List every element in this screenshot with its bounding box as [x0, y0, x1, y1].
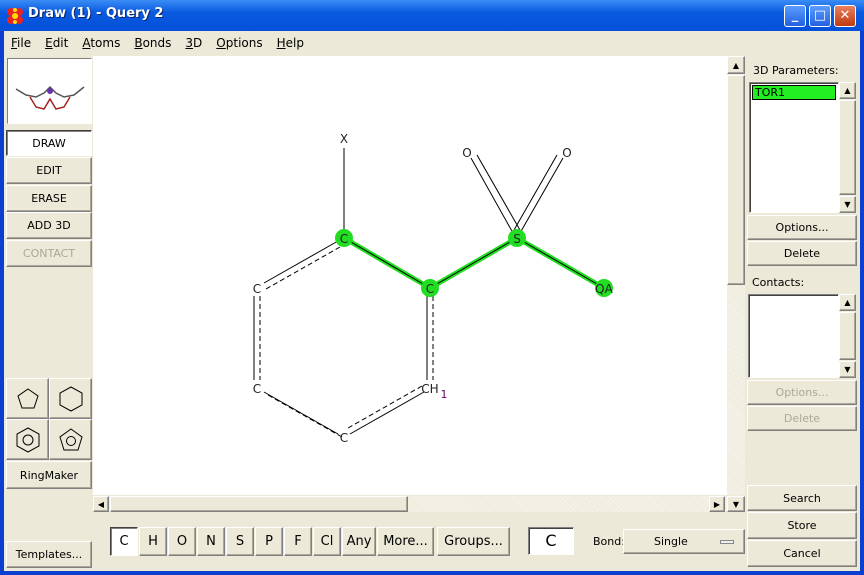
- benzene-button[interactable]: [6, 419, 49, 460]
- 3d-parameters-list[interactable]: TOR1: [749, 82, 839, 213]
- contacts-options-button[interactable]: Options...: [747, 380, 857, 405]
- molecule-thumbnail[interactable]: [7, 58, 92, 124]
- cyclopentane-button[interactable]: [6, 378, 49, 419]
- bond-double: [470, 157, 514, 234]
- mode-add3d-button[interactable]: ADD 3D: [6, 212, 92, 239]
- bond-aromatic: [263, 240, 339, 284]
- scroll-right-button[interactable]: ▶: [709, 496, 725, 512]
- app-icon: [6, 7, 24, 25]
- menu-3d[interactable]: 3D: [178, 33, 209, 53]
- params-delete-button[interactable]: Delete: [747, 241, 857, 266]
- element-n-button[interactable]: N: [197, 527, 225, 556]
- atom-c[interactable]: C: [340, 232, 348, 246]
- scroll-left-button[interactable]: ◀: [93, 496, 109, 512]
- scroll-down-button[interactable]: ▼: [727, 496, 745, 512]
- menu-options[interactable]: Options: [209, 33, 269, 53]
- window-title: Draw (1) - Query 2: [28, 6, 164, 21]
- atom-c[interactable]: C: [253, 282, 261, 296]
- element-o-button[interactable]: O: [168, 527, 196, 556]
- params-options-button[interactable]: Options...: [747, 215, 857, 240]
- params-scroll-thumb[interactable]: [839, 100, 856, 195]
- menu-bonds[interactable]: Bonds: [127, 33, 178, 53]
- element-any-button[interactable]: Any: [342, 527, 376, 556]
- menu-edit[interactable]: Edit: [38, 33, 75, 53]
- mode-draw-button[interactable]: DRAW: [6, 130, 92, 156]
- molecule-drawing: X C C S O O QA C C C CH 1: [253, 132, 614, 445]
- aromatic-hexagon-icon: [16, 426, 39, 453]
- list-item-tor1[interactable]: TOR1: [752, 85, 836, 100]
- contacts-scroll-down[interactable]: ▼: [839, 361, 856, 378]
- close-button[interactable]: ✕: [834, 5, 856, 27]
- atom-ch[interactable]: CH: [421, 382, 438, 396]
- aromatic-pentagon-button[interactable]: [49, 419, 92, 460]
- menu-help[interactable]: Help: [270, 33, 311, 53]
- cancel-button[interactable]: Cancel: [747, 540, 857, 567]
- contacts-scroll-thumb[interactable]: [839, 312, 856, 360]
- atom-s[interactable]: S: [513, 232, 521, 246]
- element-h-button[interactable]: H: [139, 527, 167, 556]
- atom-o[interactable]: O: [462, 146, 471, 160]
- mode-contact-button[interactable]: CONTACT: [6, 240, 92, 267]
- params-scroll-up[interactable]: ▲: [839, 82, 856, 99]
- hexagon-icon: [59, 385, 82, 412]
- params-scroll-down[interactable]: ▼: [839, 196, 856, 213]
- atom-ch-subscript: 1: [441, 388, 448, 401]
- atom-o[interactable]: O: [562, 146, 571, 160]
- contacts-list[interactable]: [748, 294, 839, 378]
- menu-file[interactable]: File: [4, 33, 38, 53]
- bond-single: [343, 237, 431, 289]
- mode-edit-button[interactable]: EDIT: [6, 157, 92, 184]
- cyclohexane-button[interactable]: [49, 378, 92, 419]
- atom-c[interactable]: C: [340, 431, 348, 445]
- bond-single: [429, 237, 518, 289]
- contacts-label: Contacts:: [752, 276, 805, 289]
- menu-atoms[interactable]: Atoms: [75, 33, 127, 53]
- 3d-parameters-label: 3D Parameters:: [753, 64, 839, 77]
- ringmaker-button[interactable]: RingMaker: [6, 461, 92, 489]
- groups-button[interactable]: Groups...: [437, 527, 510, 556]
- mode-erase-button[interactable]: ERASE: [6, 185, 92, 212]
- atom-x[interactable]: X: [340, 132, 348, 146]
- bond-single: [516, 237, 605, 289]
- atom-c[interactable]: C: [426, 282, 434, 296]
- more-elements-button[interactable]: More...: [377, 527, 434, 556]
- element-f-button[interactable]: F: [284, 527, 312, 556]
- contacts-scroll-up[interactable]: ▲: [839, 294, 856, 311]
- element-p-button[interactable]: P: [255, 527, 283, 556]
- aromatic-pentagon-icon: [58, 427, 83, 450]
- atom-c[interactable]: C: [253, 382, 261, 396]
- element-c-button[interactable]: C: [110, 527, 138, 556]
- vertical-scroll-thumb[interactable]: [727, 75, 745, 285]
- bond-label: Bond:: [593, 535, 625, 548]
- current-element-field[interactable]: C: [528, 527, 574, 555]
- dropdown-indicator-icon: [720, 540, 734, 544]
- element-s-button[interactable]: S: [226, 527, 254, 556]
- contacts-delete-button[interactable]: Delete: [747, 406, 857, 431]
- search-button[interactable]: Search: [747, 485, 857, 511]
- store-button[interactable]: Store: [747, 512, 857, 539]
- bond-double: [519, 157, 564, 234]
- pentagon-icon: [16, 387, 39, 408]
- bond-aromatic: [349, 391, 425, 435]
- maximize-button[interactable]: □: [809, 5, 831, 27]
- bond-type-dropdown[interactable]: Single: [623, 529, 745, 554]
- bond-type-value: Single: [654, 535, 688, 548]
- bond-aromatic: [263, 391, 339, 435]
- horizontal-scroll-thumb[interactable]: [110, 496, 408, 512]
- scroll-up-button[interactable]: ▲: [727, 56, 745, 74]
- atom-qa[interactable]: QA: [595, 282, 613, 296]
- drawing-canvas[interactable]: X C C S O O QA C C C CH 1: [93, 56, 727, 495]
- templates-button[interactable]: Templates...: [6, 541, 92, 568]
- minimize-button[interactable]: _: [784, 5, 806, 27]
- element-cl-button[interactable]: Cl: [313, 527, 341, 556]
- menu-bar: File Edit Atoms Bonds 3D Options Help: [4, 33, 311, 53]
